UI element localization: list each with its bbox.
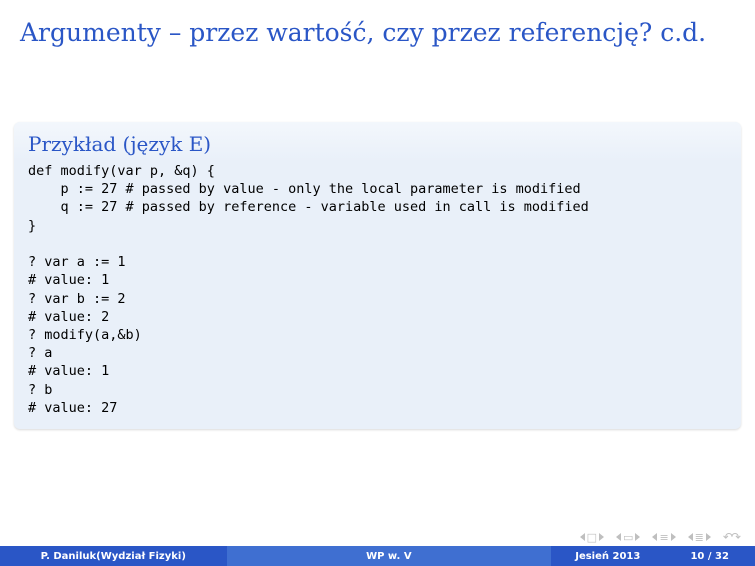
nav-frame[interactable]: □	[580, 532, 604, 543]
footer-page: 10 / 32	[664, 546, 755, 566]
footer-bar: P. Daniluk(Wydział Fizyki) WP w. V Jesie…	[0, 546, 755, 566]
nav-prev-icon	[688, 533, 693, 541]
nav-prev-icon	[616, 533, 621, 541]
nav-subsection[interactable]: ≣	[688, 532, 711, 543]
footer-date: Jesień 2013	[551, 546, 664, 566]
nav-next-icon	[706, 533, 711, 541]
nav-section-icon: ≡	[658, 532, 669, 543]
nav-frame-icon: □	[586, 532, 598, 543]
nav-section[interactable]: ≡	[652, 532, 675, 543]
footer-title: WP w. V	[227, 546, 552, 566]
nav-sheet-icon: ▭	[622, 532, 634, 543]
example-block: Przykład (język E) def modify(var p, &q)…	[14, 122, 741, 429]
nav-redo-icon[interactable]: ↶↷	[723, 530, 739, 544]
nav-subsection-icon: ≣	[694, 532, 705, 543]
nav-next-icon	[671, 533, 676, 541]
nav-next-icon	[635, 533, 640, 541]
nav-prev-icon	[652, 533, 657, 541]
footer-author: P. Daniluk(Wydział Fizyki)	[0, 546, 227, 566]
nav-sheet[interactable]: ▭	[616, 532, 640, 543]
slide-title: Argumenty – przez wartość, czy przez ref…	[20, 18, 735, 47]
block-title: Przykład (język E)	[14, 122, 741, 162]
beamer-nav: □ ▭ ≡ ≣ ↶↷	[580, 530, 739, 544]
code-listing: def modify(var p, &q) { p := 27 # passed…	[14, 162, 741, 417]
nav-prev-icon	[580, 533, 585, 541]
slide: Argumenty – przez wartość, czy przez ref…	[0, 0, 755, 566]
nav-next-icon	[599, 533, 604, 541]
